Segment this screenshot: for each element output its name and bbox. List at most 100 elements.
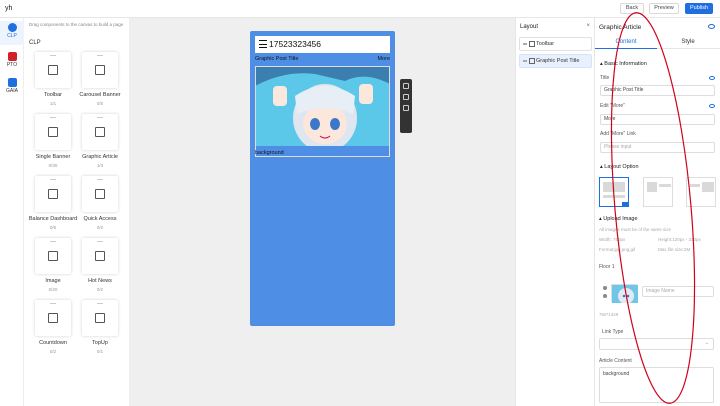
component-name: Balance Dashboard [28,216,78,222]
layout-item-label: Toolbar [536,41,555,47]
component-card[interactable] [35,114,71,150]
basic-info-heading[interactable]: ▴ Basic Information [600,61,647,67]
category-rail: CLP PTO GAIA [0,18,24,406]
component-card[interactable] [82,238,118,274]
article-content-label: Article Content [599,358,632,364]
drag-handle-icon[interactable] [523,43,527,45]
eye-icon[interactable] [709,104,715,108]
drag-handle-icon [50,117,56,118]
layout-item-graphic-post[interactable]: Graphic Post Title [519,54,592,68]
phone-toolbar[interactable]: 17523323456 [255,36,390,53]
gaia-icon [7,78,17,87]
component-count: 0/20 [48,287,58,292]
component-count: 0/2 [49,349,57,354]
rail-item-clp[interactable]: CLP [0,21,24,45]
dashboard-icon [48,189,58,199]
edit-more-input[interactable]: More [600,114,715,125]
reorder-icon[interactable] [603,286,607,290]
component-name: TopUp [92,340,108,346]
width-note: Width: 750px [599,237,626,242]
image-name-input[interactable]: Image Name [642,286,714,297]
component-card[interactable] [35,238,71,274]
copy-icon[interactable] [403,105,409,111]
component-count: 0/5 [96,101,104,106]
toolbar-icon [48,65,58,75]
article-icon [529,58,535,64]
component-name: Image [45,278,61,284]
component-count: 0/30 [48,163,58,168]
active-tab-indicator [595,48,657,49]
component-count: 1/3 [96,163,104,168]
drag-handle-icon [97,303,103,304]
component-card[interactable] [82,52,118,88]
rail-item-label: GAIA [6,88,18,94]
drag-handle-icon [50,55,56,56]
preview-button[interactable]: Preview [649,3,679,14]
link-type-select[interactable]: ⌄ [599,338,714,350]
article-header[interactable]: Graphic Post Title More [255,56,390,62]
drag-handle-icon[interactable] [523,60,527,62]
edit-more-label: Edit "More" [600,103,625,109]
component-card[interactable] [82,114,118,150]
news-icon [95,251,105,261]
component-card[interactable] [82,176,118,212]
menu-icon[interactable] [259,40,267,48]
height-note: Height:120px - 330px [658,237,701,242]
layout-option-text-only[interactable] [686,177,716,207]
layout-option-heading[interactable]: ▴ Layout Option [600,164,639,170]
back-button[interactable]: Back [620,3,644,14]
tab-content[interactable]: Content [595,39,657,45]
close-icon[interactable]: × [586,23,590,29]
component-name: Quick Access [83,216,117,222]
clp-icon [7,23,17,32]
component-card[interactable] [35,52,71,88]
upload-image-heading[interactable]: ▴ Upload Image [599,216,638,222]
layout-option-image-left[interactable] [599,177,629,207]
eye-icon[interactable] [708,24,715,29]
delete-icon[interactable] [400,120,412,132]
image-banner-icon [48,127,58,137]
image-size-note: 750*1429 [599,312,619,317]
floor-image-thumbnail[interactable] [611,284,638,304]
rail-item-label: PTO [6,62,18,68]
component-name: Toolbar [43,92,63,98]
component-name: Countdown [39,340,67,346]
more-link-input[interactable]: Please input [600,142,715,153]
article-content-textarea[interactable]: background [599,367,714,403]
article-caption: background [255,150,284,156]
component-name: Carousel Banner [79,92,121,98]
component-card[interactable] [35,176,71,212]
component-card[interactable] [82,300,118,336]
image-icon [48,251,58,261]
eye-icon[interactable] [709,76,715,80]
pto-icon [7,52,17,61]
component-card[interactable] [35,300,71,336]
chevron-down-icon: ⌄ [704,340,709,346]
component-count: 0/2 [96,225,104,230]
more-link[interactable]: More [377,56,390,62]
rail-item-pto[interactable]: PTO [0,50,24,74]
publish-button[interactable]: Publish [685,3,713,14]
properties-tabs: Content Style [595,37,720,49]
rail-item-label: CLP [7,33,17,39]
drag-handle-icon [97,55,103,56]
component-name: Graphic Article [82,154,118,160]
topup-icon [95,313,105,323]
rail-item-gaia[interactable]: GAIA [0,76,24,100]
max-size-note: Max file size:2M [658,247,691,252]
title-input[interactable]: Graphic Post Title [600,85,715,96]
drag-handle-icon [97,179,103,180]
floor-label: Floor 1 [599,264,615,270]
layout-item-toolbar[interactable]: Toolbar [519,37,592,51]
tab-style[interactable]: Style [657,39,719,45]
layout-option-image-right[interactable] [643,177,673,207]
app-title: yh [5,5,13,12]
phone-number: 17523323456 [269,39,322,49]
article-card[interactable] [255,66,390,157]
move-up-icon[interactable] [403,83,409,89]
quick-access-icon [95,189,105,199]
link-type-label: Link Type [602,329,624,335]
remove-icon[interactable] [603,294,607,298]
move-down-icon[interactable] [403,94,409,100]
component-count: 0/1 [96,349,104,354]
